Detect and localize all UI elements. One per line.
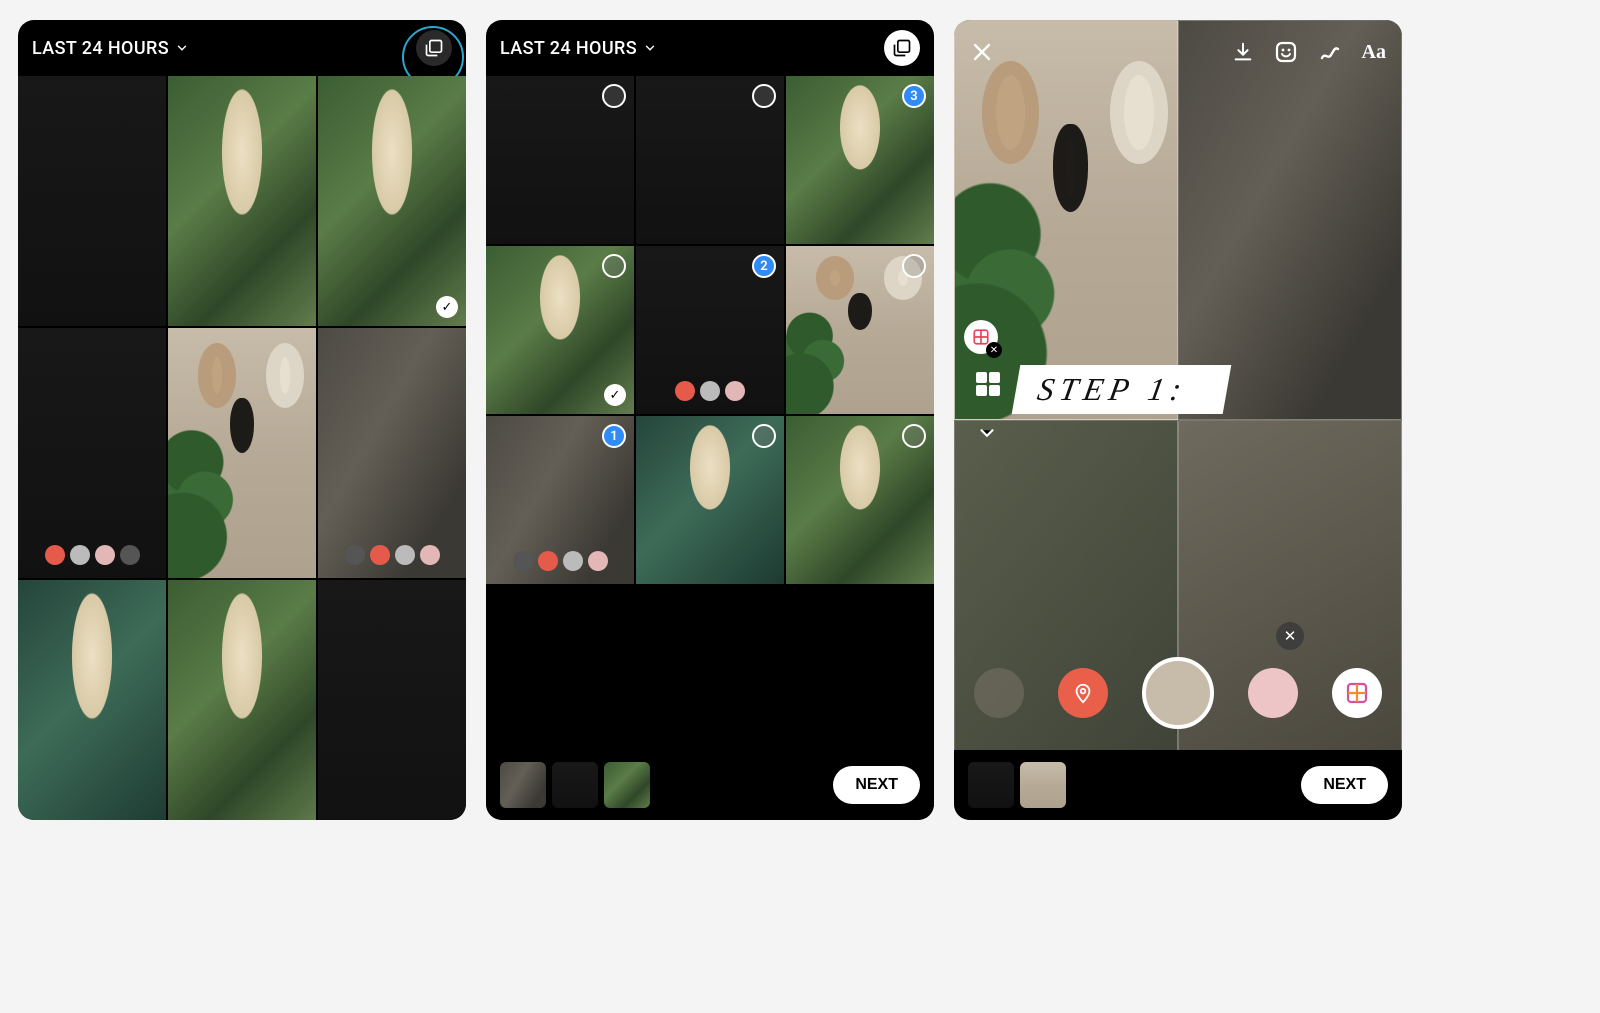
gallery-header: LAST 24 HOURS [18, 20, 466, 76]
filter-carousel[interactable] [954, 654, 1402, 732]
phone-2-gallery-select: LAST 24 HOURS 3 ✓ 2 1 [486, 20, 934, 820]
selected-thumbs [500, 762, 650, 808]
album-label: LAST 24 HOURS [500, 38, 637, 59]
select-indicator[interactable] [902, 424, 926, 448]
select-indicator[interactable] [602, 84, 626, 108]
gallery-thumb[interactable] [168, 328, 316, 578]
select-indicator[interactable] [902, 254, 926, 278]
chevron-down-icon [643, 41, 657, 55]
video-check-icon: ✓ [436, 296, 458, 318]
album-picker[interactable]: LAST 24 HOURS [500, 38, 657, 59]
filter-item-layout[interactable] [1332, 668, 1382, 718]
download-button[interactable] [1232, 41, 1254, 63]
text-button[interactable]: Aa [1362, 41, 1386, 64]
next-button[interactable]: NEXT [1301, 766, 1388, 804]
gallery-thumb[interactable]: ✓ [486, 246, 634, 414]
tray-thumb[interactable] [500, 762, 546, 808]
gallery-thumb[interactable] [18, 580, 166, 820]
tray-thumb[interactable] [604, 762, 650, 808]
step-text-sticker[interactable]: STEP 1: [1012, 365, 1232, 414]
tray-thumb[interactable] [968, 762, 1014, 808]
download-icon [1232, 41, 1254, 63]
select-indicator[interactable] [752, 424, 776, 448]
close-button[interactable] [970, 40, 994, 64]
layout-icon [972, 328, 990, 346]
select-indicator[interactable] [602, 254, 626, 278]
gallery-thumb[interactable]: 2 [636, 246, 784, 414]
location-icon [1072, 682, 1094, 704]
phone-1-gallery: LAST 24 HOURS ✓ [18, 20, 466, 820]
select-indicator[interactable]: 3 [902, 84, 926, 108]
gallery-thumb[interactable]: 1 [486, 416, 634, 584]
story-queue-thumbs [968, 762, 1066, 808]
chevron-down-icon [976, 422, 998, 444]
gallery-thumb[interactable]: ✓ [318, 76, 466, 326]
album-label: LAST 24 HOURS [32, 38, 169, 59]
selection-tray: NEXT [486, 750, 934, 820]
tray-thumb[interactable] [1020, 762, 1066, 808]
story-shutter-row [324, 538, 460, 572]
select-indicator[interactable]: 1 [602, 424, 626, 448]
gallery-thumb[interactable] [786, 246, 934, 414]
gallery-thumb[interactable] [786, 416, 934, 584]
select-indicator[interactable] [752, 84, 776, 108]
remove-sticker-icon[interactable]: ✕ [986, 342, 1002, 358]
gallery-thumb[interactable] [486, 76, 634, 244]
filter-item[interactable] [974, 668, 1024, 718]
select-indicator[interactable]: 2 [752, 254, 776, 278]
gallery-header: LAST 24 HOURS [486, 20, 934, 76]
gallery-thumb[interactable] [18, 328, 166, 578]
multi-select-button[interactable] [416, 30, 452, 66]
multi-select-icon [424, 38, 444, 58]
layout-icon [1345, 681, 1369, 705]
sticker-icon [1274, 40, 1298, 64]
gallery-thumb[interactable] [168, 580, 316, 820]
phone-3-story-editor: ✕ Aa [954, 20, 1402, 820]
gallery-grid[interactable]: ✓ [18, 76, 466, 820]
gallery-thumb[interactable] [636, 416, 784, 584]
gallery-thumb[interactable] [636, 76, 784, 244]
multi-select-icon [892, 38, 912, 58]
gallery-grid[interactable]: 3 ✓ 2 1 [486, 76, 934, 820]
gallery-thumb[interactable] [18, 76, 166, 326]
story-canvas[interactable]: ✕ Aa [954, 20, 1402, 820]
multi-select-button[interactable] [884, 30, 920, 66]
remove-quadrant-button[interactable]: ✕ [1276, 622, 1304, 650]
layout-sticker[interactable]: ✕ [964, 320, 998, 354]
gallery-thumb[interactable] [318, 328, 466, 578]
filter-item-selected[interactable] [1142, 657, 1214, 729]
gallery-thumb[interactable] [318, 580, 466, 820]
next-button[interactable]: NEXT [833, 766, 920, 804]
draw-button[interactable] [1318, 40, 1342, 64]
filter-item[interactable] [1248, 668, 1298, 718]
filter-item-location[interactable] [1058, 668, 1108, 718]
chevron-down-icon [175, 41, 189, 55]
close-icon [970, 40, 994, 64]
tray-thumb[interactable] [552, 762, 598, 808]
sticker-button[interactable] [1274, 40, 1298, 64]
story-shutter-row [24, 538, 160, 572]
draw-icon [1318, 40, 1342, 64]
layout-tool-button[interactable] [976, 372, 1000, 396]
album-picker[interactable]: LAST 24 HOURS [32, 38, 189, 59]
story-bottom-bar: NEXT [954, 750, 1402, 820]
video-check-icon: ✓ [604, 384, 626, 406]
gallery-thumb[interactable]: 3 [786, 76, 934, 244]
editor-toolbar: Aa [954, 20, 1402, 84]
gallery-thumb[interactable] [168, 76, 316, 326]
layout-expand-button[interactable] [976, 422, 998, 444]
